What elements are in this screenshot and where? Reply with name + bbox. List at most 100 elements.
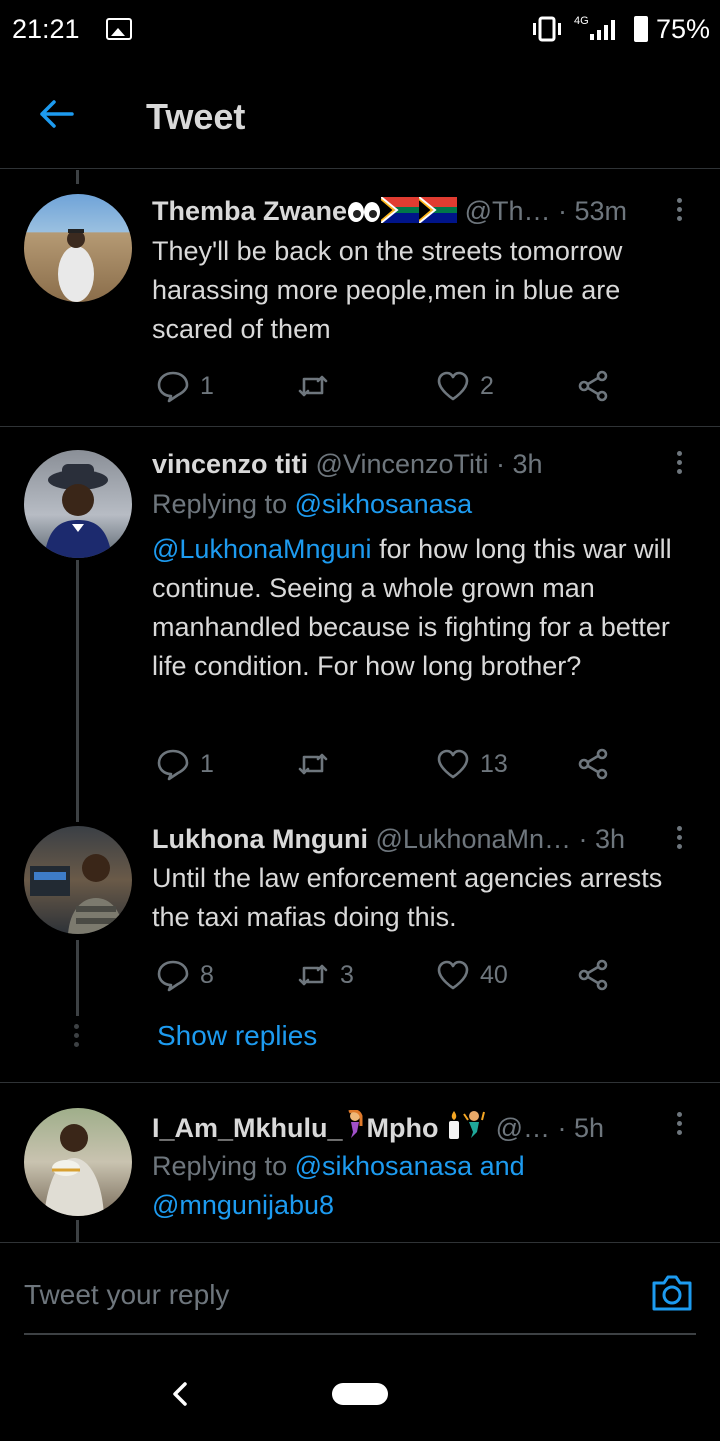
display-name[interactable]: vincenzo titi	[152, 449, 308, 479]
tweet-text: Until the law enforcement agencies arres…	[152, 863, 663, 932]
share-button[interactable]	[576, 955, 610, 995]
reply-button[interactable]: 1	[156, 366, 214, 406]
south-africa-flag-icon	[418, 196, 458, 230]
show-replies-link[interactable]: Show replies	[157, 1020, 317, 1052]
vibrate-icon	[533, 16, 561, 42]
nav-back-icon[interactable]	[170, 1381, 192, 1407]
tweet-actions: 1 2	[152, 366, 652, 406]
page-title: Tweet	[146, 96, 246, 137]
tweet-time: · 3h	[496, 449, 543, 479]
replying-to-link[interactable]: @sikhosanasa and	[295, 1151, 525, 1181]
tweet-text: They'll be back on the streets tomorrow …	[152, 236, 623, 344]
user-handle[interactable]: @Th…	[465, 196, 551, 226]
reply-icon	[157, 749, 189, 781]
back-arrow-icon[interactable]	[36, 94, 76, 134]
more-options-icon[interactable]	[672, 198, 686, 226]
replying-to-label: Replying to	[152, 1151, 288, 1181]
display-name[interactable]: Themba Zwane	[152, 196, 347, 226]
tweet-text: @LukhonaMnguni for how long this war wil…	[152, 530, 702, 686]
retweet-icon	[298, 753, 328, 775]
share-icon	[578, 959, 608, 991]
merman-emoji-icon	[462, 1110, 488, 1147]
thread-line	[76, 170, 79, 184]
mermaid-emoji-icon	[343, 1109, 367, 1147]
user-handle[interactable]: @LukhonaMn…	[375, 824, 571, 854]
more-options-icon[interactable]	[672, 1112, 686, 1140]
reply-input[interactable]: Tweet your reply	[24, 1279, 229, 1311]
thread-line	[76, 560, 79, 822]
more-options-icon[interactable]	[672, 826, 686, 854]
heart-icon	[437, 371, 469, 401]
reply-button[interactable]: 8	[156, 955, 214, 995]
home-pill[interactable]	[332, 1383, 388, 1405]
user-handle[interactable]: @…	[496, 1113, 550, 1143]
tweet-header: I_Am_Mkhulu_ Mpho @… · 5h	[152, 1109, 605, 1147]
share-button[interactable]	[576, 366, 610, 406]
divider	[0, 1082, 720, 1083]
reply-count: 1	[200, 749, 214, 778]
retweet-icon	[298, 375, 328, 397]
avatar[interactable]	[24, 450, 132, 558]
heart-icon	[437, 749, 469, 779]
replying-to: Replying to @sikhosanasa	[152, 489, 472, 520]
share-icon	[578, 748, 608, 780]
tweet-actions: 1 13	[152, 744, 652, 784]
like-count: 13	[480, 749, 508, 778]
reply-count: 8	[200, 960, 214, 989]
tweet-header: Themba Zwane @Th… · 53m	[152, 196, 627, 230]
retweet-icon	[298, 964, 328, 986]
display-name-part1[interactable]: I_Am_Mkhulu_	[152, 1113, 343, 1143]
avatar[interactable]	[24, 194, 132, 302]
heart-icon	[437, 960, 469, 990]
tweet-actions: 8 3 40	[152, 955, 652, 995]
battery-percent: 75%	[656, 14, 711, 44]
replying-to-continued: @mngunijabu8	[152, 1190, 334, 1221]
status-time: 21:21	[12, 14, 80, 44]
more-options-icon[interactable]	[672, 451, 686, 479]
like-button[interactable]: 40	[436, 955, 508, 995]
camera-icon[interactable]	[650, 1273, 694, 1313]
south-africa-flag-icon	[380, 196, 420, 230]
reply-count: 1	[200, 371, 214, 400]
reply-icon	[157, 960, 189, 992]
signal-icon	[590, 20, 615, 40]
replying-to-link[interactable]: @sikhosanasa	[295, 489, 473, 519]
replying-to: Replying to @sikhosanasa and	[152, 1151, 525, 1182]
retweet-button[interactable]: 3	[296, 955, 354, 995]
retweet-button[interactable]	[296, 366, 340, 406]
retweet-button[interactable]	[296, 744, 340, 784]
thread-gap-dots	[74, 1024, 80, 1051]
display-name[interactable]: Lukhona Mnguni	[152, 824, 368, 854]
like-button[interactable]: 13	[436, 744, 508, 784]
tweet-time: · 5h	[557, 1113, 605, 1143]
replying-to-label: Replying to	[152, 489, 288, 519]
reply-composer: Tweet your reply	[0, 1242, 720, 1441]
divider	[0, 426, 720, 427]
like-count: 2	[480, 371, 494, 400]
replying-to-link[interactable]: @mngunijabu8	[152, 1190, 334, 1220]
tweet-time: · 3h	[578, 824, 626, 854]
avatar[interactable]	[24, 826, 132, 934]
eyes-emoji-icon	[347, 199, 381, 230]
share-icon	[578, 370, 608, 402]
top-bar: Tweet	[0, 62, 720, 169]
retweet-count: 3	[340, 960, 354, 989]
like-count: 40	[480, 960, 508, 989]
network-type: 4G	[574, 15, 589, 27]
tweet-header: vincenzo titi @VincenzoTiti · 3h	[152, 449, 543, 480]
avatar[interactable]	[24, 1108, 132, 1216]
tweet-header: Lukhona Mnguni @LukhonaMn… · 3h	[152, 824, 625, 855]
thread-line	[76, 940, 79, 1016]
reply-icon	[157, 371, 189, 403]
gallery-notification-icon	[106, 18, 132, 40]
mention-link[interactable]: @LukhonaMnguni	[152, 534, 372, 564]
display-name-part2[interactable]: Mpho	[367, 1113, 439, 1143]
like-button[interactable]: 2	[436, 366, 494, 406]
battery-icon	[634, 16, 648, 42]
share-button[interactable]	[576, 744, 610, 784]
tweet-time: · 53m	[558, 196, 628, 226]
reply-input-underline	[24, 1333, 696, 1335]
user-handle[interactable]: @VincenzoTiti	[316, 449, 489, 479]
reply-button[interactable]: 1	[156, 744, 214, 784]
candle-emoji-icon	[446, 1110, 462, 1147]
